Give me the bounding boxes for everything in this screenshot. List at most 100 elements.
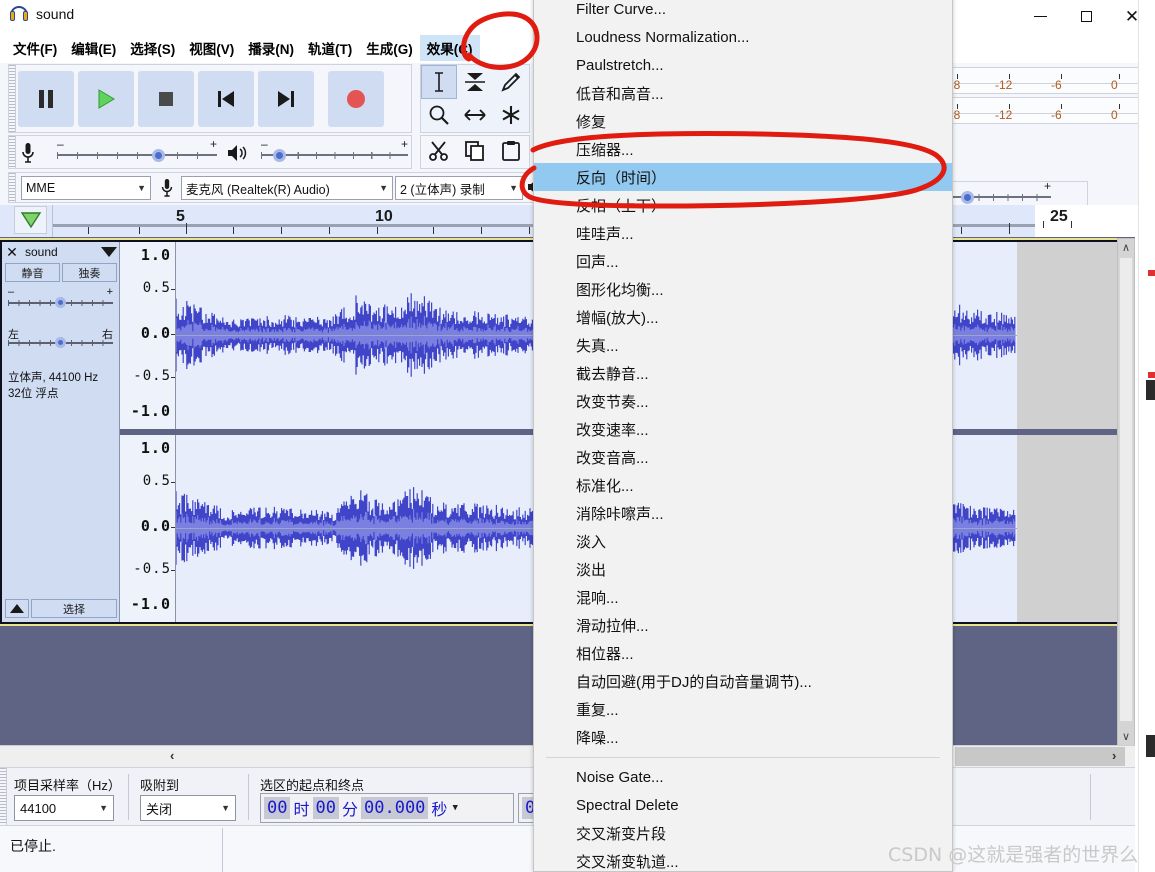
track-close-button[interactable]: ✕ <box>2 242 22 262</box>
effect-menu-item[interactable]: 改变节奏... <box>534 387 952 415</box>
timeshift-tool[interactable] <box>457 99 493 133</box>
effect-menu-item[interactable]: 改变音高... <box>534 443 952 471</box>
copy-button[interactable] <box>464 140 486 165</box>
track-pan-slider[interactable]: 左 右 <box>8 328 113 354</box>
effect-menu-item[interactable]: 哇哇声... <box>534 219 952 247</box>
start-seconds[interactable]: 00.000 <box>361 797 429 819</box>
effect-menu-item[interactable]: Spectral Delete <box>534 791 952 819</box>
audio-host-combo[interactable]: MME ▼ <box>21 176 151 200</box>
effect-menu-item[interactable]: 图形化均衡... <box>534 275 952 303</box>
effect-menu-item[interactable]: 低音和高音... <box>534 79 952 107</box>
effect-menu-item[interactable]: 修复 <box>534 107 952 135</box>
recording-channels-combo[interactable]: 2 (立体声) 录制 ▼ <box>395 176 523 200</box>
recording-volume-knob[interactable] <box>152 149 165 162</box>
menu-select[interactable]: 选择(S) <box>123 35 182 61</box>
effect-menu-item[interactable]: 截去静音... <box>534 359 952 387</box>
playback-meter[interactable]: -18 -12 -6 0 <box>928 97 1148 124</box>
maximize-button[interactable] <box>1063 0 1109 32</box>
scroll-up-button[interactable]: ∧ <box>1118 239 1134 256</box>
record-button[interactable] <box>328 71 384 127</box>
menu-transport[interactable]: 播录(N) <box>241 35 301 61</box>
envelope-tool[interactable] <box>457 65 493 99</box>
menu-effect[interactable]: 效果(C) <box>419 35 480 61</box>
chevron-down-icon[interactable]: ▼ <box>452 803 457 813</box>
solo-button[interactable]: 独奏 <box>62 263 117 282</box>
pin-play-head-button[interactable] <box>14 206 47 234</box>
mute-button[interactable]: 静音 <box>5 263 60 282</box>
effect-menu-popup[interactable]: Filter Curve... Loudness Normalization...… <box>533 0 953 872</box>
effect-menu-item[interactable]: 回声... <box>534 247 952 275</box>
effect-menu-item[interactable]: 增幅(放大)... <box>534 303 952 331</box>
playback-volume-knob[interactable] <box>273 149 286 162</box>
scroll-right-button[interactable]: › <box>1112 748 1116 763</box>
effect-menu-item[interactable]: 混响... <box>534 583 952 611</box>
playback-meter-scale: -18 -12 -6 0 <box>929 104 1144 124</box>
effect-menu-item[interactable]: 反相（上下） <box>534 191 952 219</box>
track-gain-slider[interactable]: – + <box>8 286 113 314</box>
project-rate-combo[interactable]: 44100 ▼ <box>14 795 114 821</box>
recording-meter[interactable]: -18 -12 -6 0 <box>928 67 1148 94</box>
effect-menu-item[interactable]: Noise Gate... <box>534 763 952 791</box>
mixer-grip[interactable] <box>9 136 16 168</box>
effect-menu-item[interactable]: 反向（时间） <box>534 163 952 191</box>
menu-view[interactable]: 视图(V) <box>182 35 241 61</box>
start-minutes[interactable]: 00 <box>312 797 339 819</box>
effect-menu-item[interactable]: 滑动拉伸... <box>534 611 952 639</box>
effect-menu-item[interactable]: Paulstretch... <box>534 51 952 79</box>
stop-button[interactable] <box>138 71 194 127</box>
effect-menu-item[interactable]: 压缩器... <box>534 135 952 163</box>
selection-grip[interactable] <box>0 768 7 825</box>
play-button[interactable] <box>78 71 134 127</box>
recording-device-combo[interactable]: 麦克风 (Realtek(R) Audio) ▼ <box>181 176 393 200</box>
window-controls: ✕ <box>1017 0 1155 32</box>
effect-menu-item[interactable]: Filter Curve... <box>534 0 952 23</box>
effect-menu-item[interactable]: 改变速率... <box>534 415 952 443</box>
vertical-ruler-channel-2[interactable]: 1.0 0.5 0.0 -0.5 -1.0 <box>120 435 176 622</box>
vertical-scrollbar-thumb[interactable] <box>1119 257 1133 722</box>
selection-range-label: 选区的起点和终点 <box>260 778 365 793</box>
track-select-button[interactable]: 选择 <box>31 599 117 618</box>
menu-file[interactable]: 文件(F) <box>6 35 64 61</box>
snap-to-combo[interactable]: 关闭 ▼ <box>140 795 236 821</box>
device-grip[interactable] <box>9 173 16 202</box>
horizontal-scrollbar-track[interactable] <box>955 747 1125 766</box>
effect-menu-item[interactable]: 降噪... <box>534 723 952 751</box>
menu-tracks[interactable]: 轨道(T) <box>301 35 359 61</box>
paste-button[interactable] <box>500 140 522 165</box>
effect-menu-item[interactable]: 自动回避(用于DJ的自动音量调节)... <box>534 667 952 695</box>
track-pan-knob[interactable] <box>55 337 66 348</box>
effect-menu-item[interactable]: 消除咔嚓声... <box>534 499 952 527</box>
effect-menu-item[interactable]: 失真... <box>534 331 952 359</box>
effect-menu-item[interactable]: 标准化... <box>534 471 952 499</box>
collapse-up-icon[interactable] <box>5 599 29 618</box>
effect-menu-item[interactable]: 淡入 <box>534 527 952 555</box>
track-gain-knob[interactable] <box>55 297 66 308</box>
scroll-left-button[interactable]: ‹ <box>170 748 174 763</box>
multi-tool[interactable] <box>493 99 529 133</box>
selection-tool[interactable] <box>421 65 457 99</box>
menu-edit[interactable]: 编辑(E) <box>64 35 123 61</box>
recording-volume-slider[interactable]: – + <box>57 137 217 162</box>
right-volume-knob[interactable] <box>961 191 974 204</box>
start-hours[interactable]: 00 <box>264 797 291 819</box>
menu-generate[interactable]: 生成(G) <box>359 35 420 61</box>
effect-menu-item[interactable]: Loudness Normalization... <box>534 23 952 51</box>
transport-grip[interactable] <box>9 65 16 132</box>
track-menu-icon[interactable] <box>98 247 120 257</box>
background-window-accent-2 <box>1148 372 1155 378</box>
minimize-button[interactable] <box>1017 0 1063 32</box>
effect-menu-item[interactable]: 相位器... <box>534 639 952 667</box>
skip-to-start-button[interactable] <box>198 71 254 127</box>
playback-volume-slider[interactable]: – + <box>261 137 408 162</box>
cut-button[interactable] <box>428 140 450 165</box>
zoom-tool[interactable] <box>421 99 457 133</box>
selection-start-time-field[interactable]: 00 时 00 分 00.000 秒 ▼ <box>260 793 514 823</box>
draw-tool[interactable] <box>493 65 529 99</box>
effect-menu-item[interactable]: 淡出 <box>534 555 952 583</box>
skip-to-end-button[interactable] <box>258 71 314 127</box>
scroll-down-button[interactable]: ∨ <box>1118 728 1134 745</box>
vertical-scrollbar[interactable]: ∧ ∨ <box>1117 238 1135 746</box>
vertical-ruler-channel-1[interactable]: 1.0 0.5 0.0 -0.5 -1.0 <box>120 242 176 429</box>
effect-menu-item[interactable]: 重复... <box>534 695 952 723</box>
pause-button[interactable] <box>18 71 74 127</box>
